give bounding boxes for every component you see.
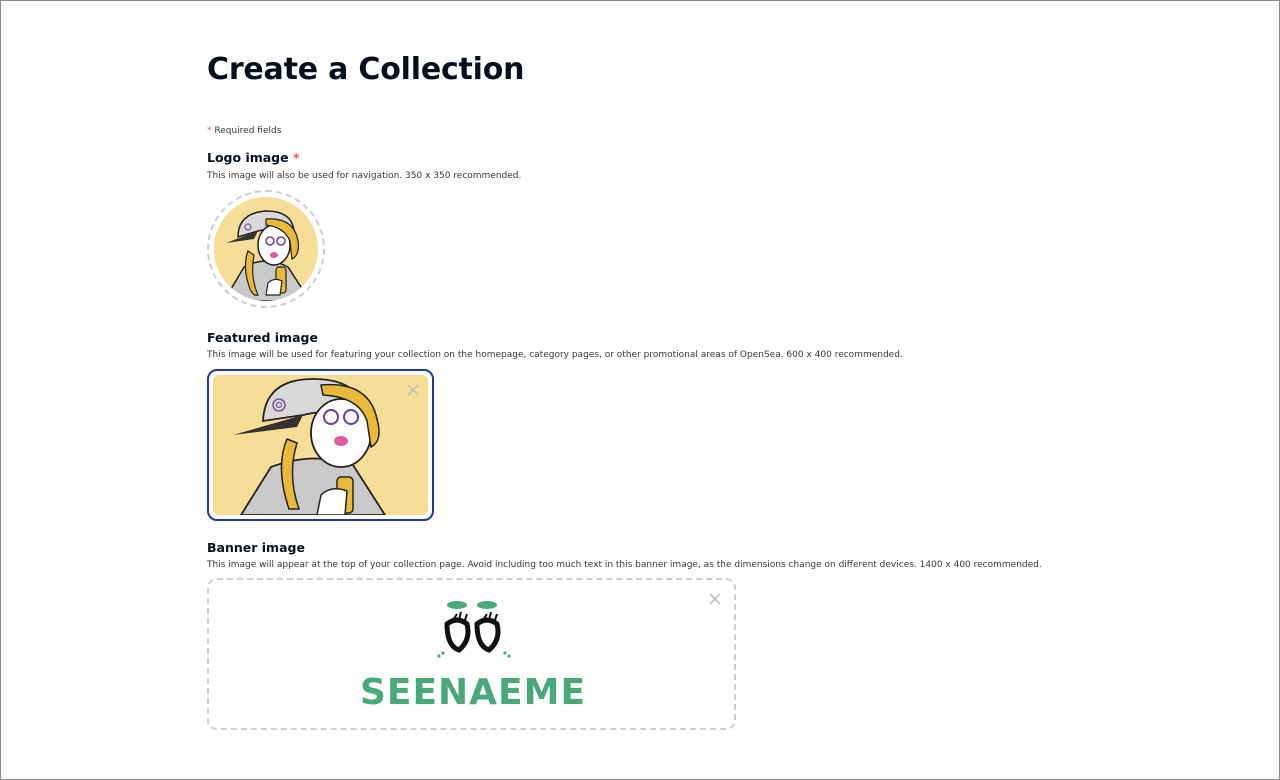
logo-required-star: * [292, 150, 300, 165]
featured-image-preview [213, 375, 428, 515]
required-fields-note: * Required fields [207, 126, 281, 136]
banner-artwork-text: SEENAEME [360, 672, 586, 713]
featured-image-label: Featured image [207, 330, 318, 345]
logo-image-preview [214, 197, 318, 301]
banner-image-description: This image will appear at the top of you… [207, 560, 1042, 570]
close-icon [407, 384, 419, 396]
banner-close-button[interactable] [708, 592, 722, 606]
logo-image-dropzone[interactable] [207, 190, 325, 308]
featured-close-button[interactable] [406, 383, 420, 397]
required-fields-text: Required fields [214, 126, 282, 136]
featured-image-dropzone[interactable] [207, 369, 434, 521]
banner-image-dropzone[interactable]: SEENAEME [207, 578, 736, 730]
featured-image-description: This image will be used for featuring yo… [207, 350, 903, 360]
required-star: * [207, 126, 212, 136]
banner-image-preview: SEENAEME [209, 580, 734, 728]
banner-image-label: Banner image [207, 540, 305, 555]
close-icon [709, 593, 721, 605]
logo-image-label: Logo image * [207, 150, 300, 165]
logo-image-description: This image will also be used for navigat… [207, 171, 522, 181]
page-title: Create a Collection [207, 52, 525, 87]
logo-image-label-text: Logo image [207, 150, 289, 165]
